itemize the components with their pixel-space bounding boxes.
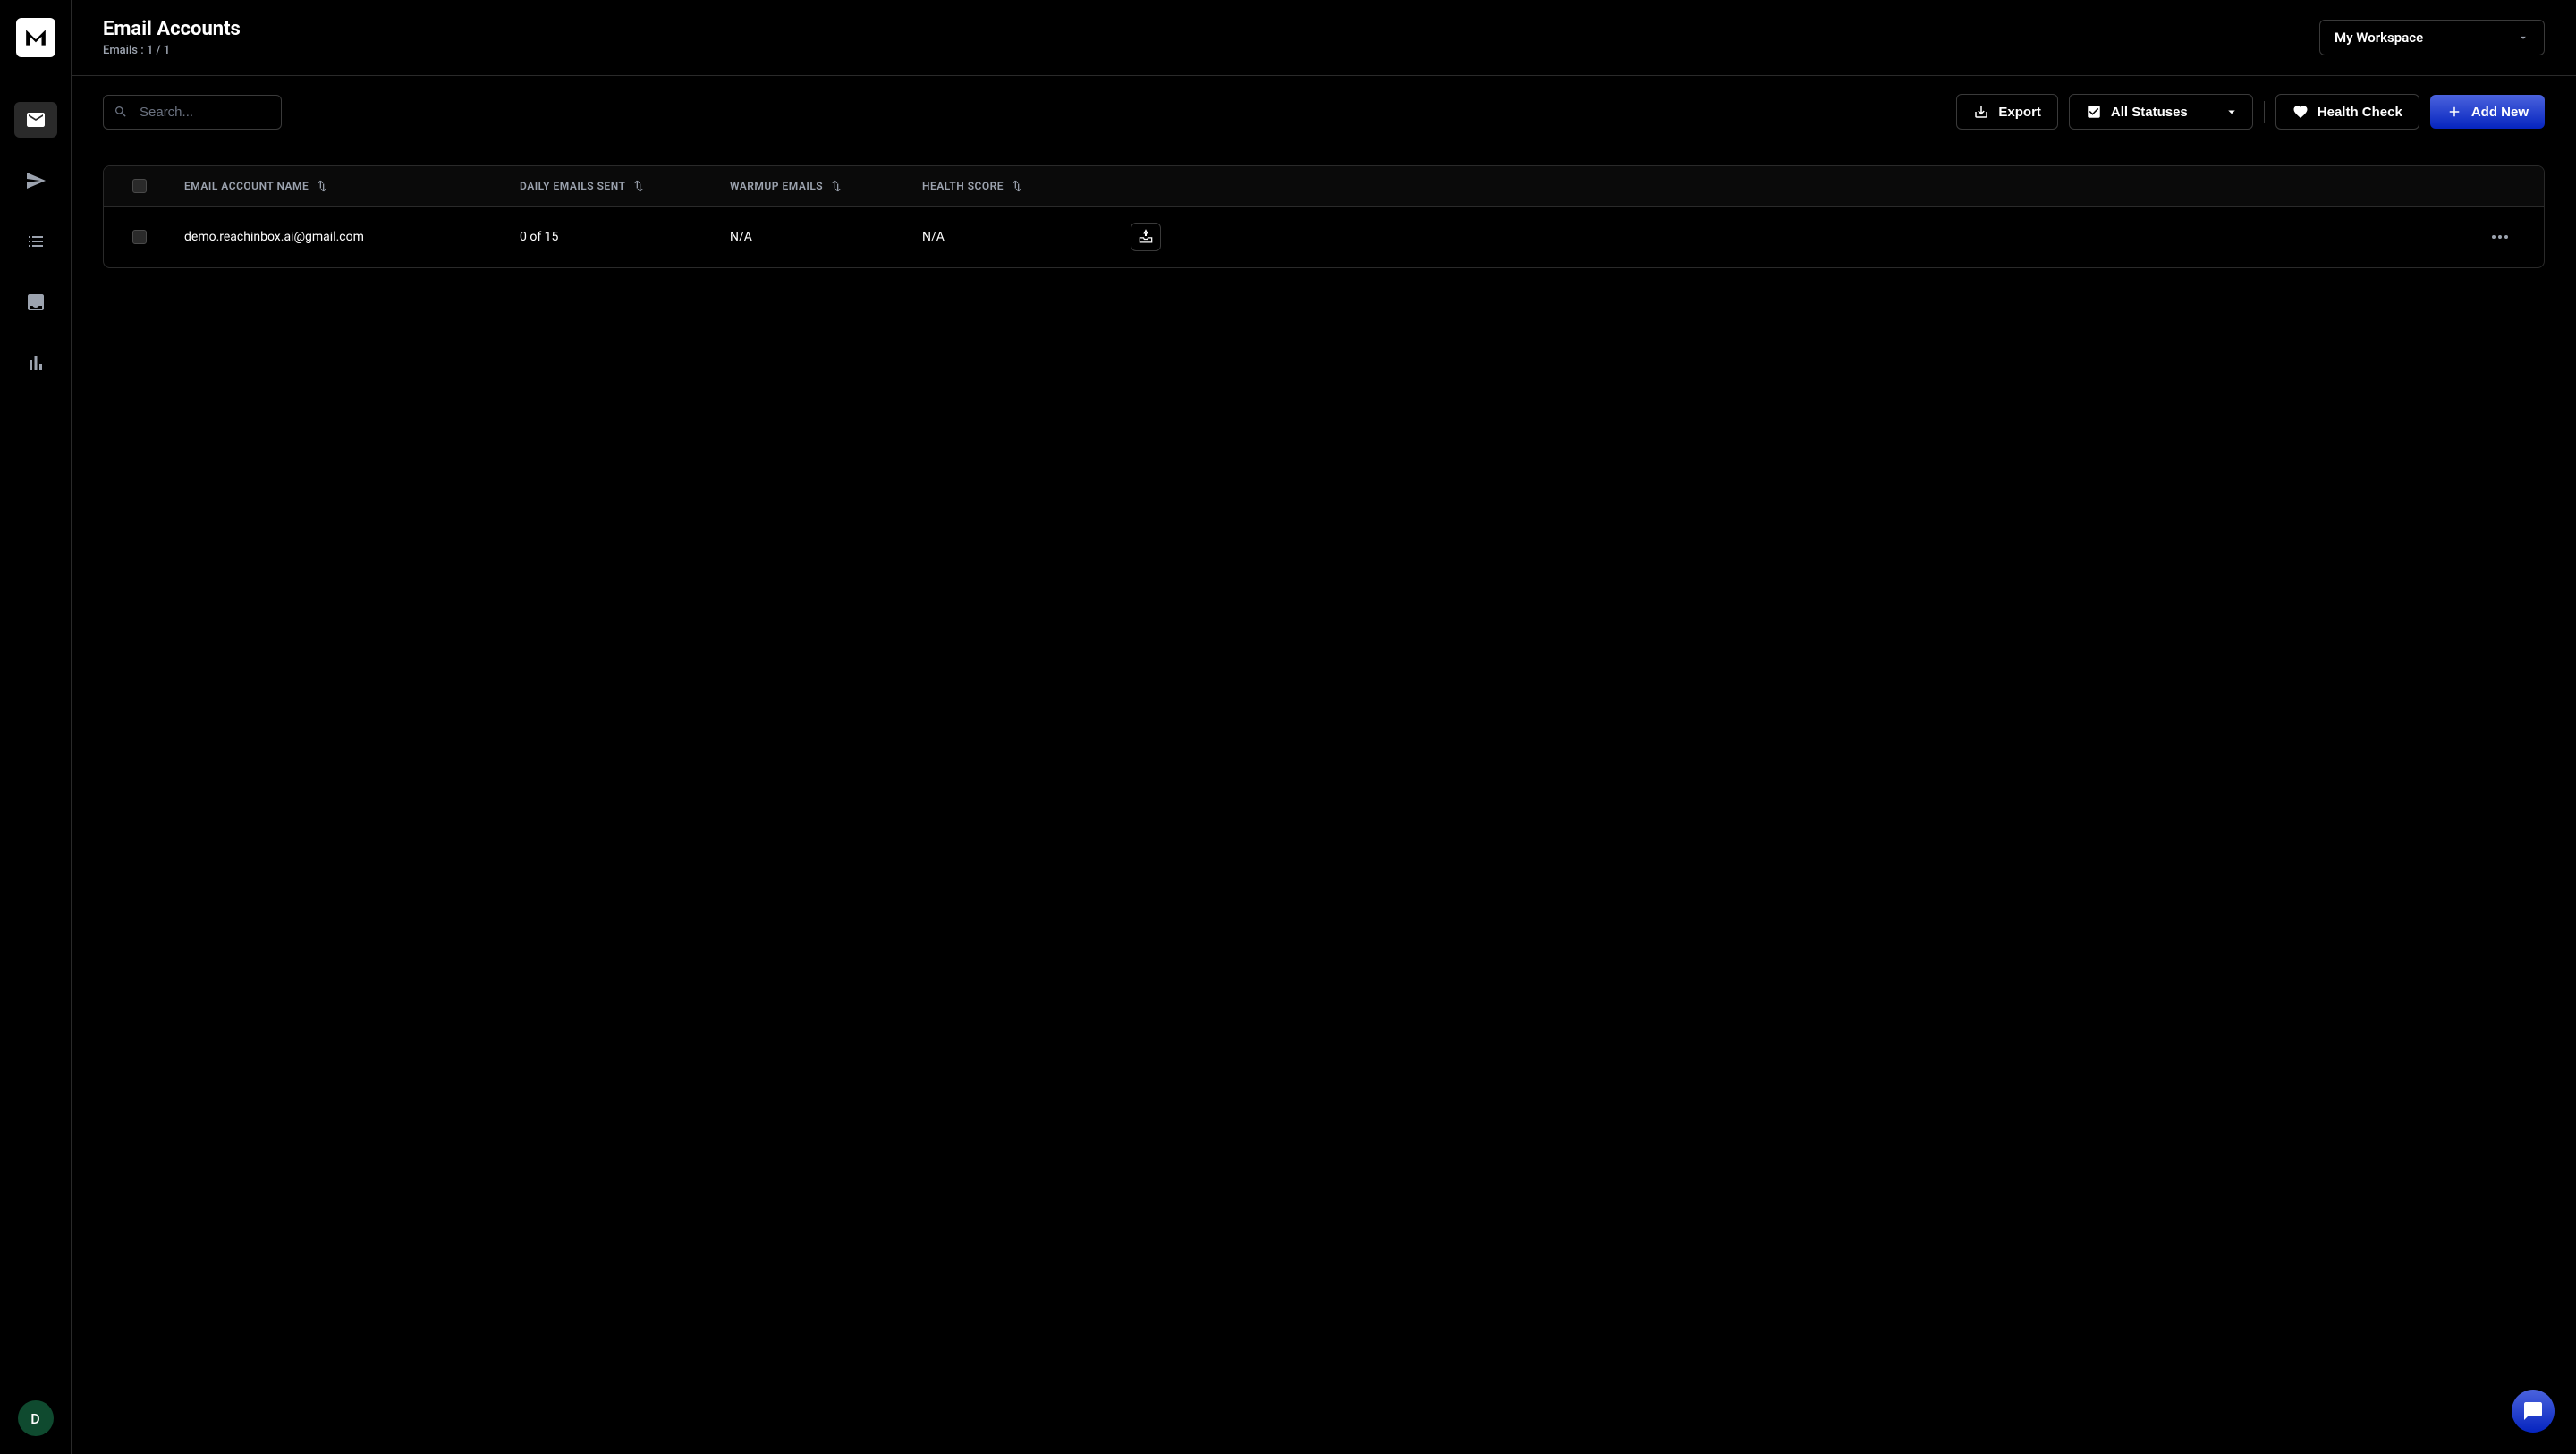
status-label: All Statuses (2111, 105, 2188, 120)
workspace-label: My Workspace (2334, 30, 2423, 46)
content-area: Export All Statuses Health Check Add New (72, 76, 2576, 1454)
plus-icon (2446, 104, 2462, 120)
download-icon (1973, 104, 1989, 120)
search-icon (114, 105, 128, 119)
table-row: demo.reachinbox.ai@gmail.com 0 of 15 N/A… (104, 207, 2544, 267)
row-more-button[interactable] (2492, 235, 2508, 239)
sort-icon (634, 180, 643, 192)
send-icon (25, 170, 47, 191)
row-email-cell: demo.reachinbox.ai@gmail.com (175, 230, 520, 244)
row-more-cell (1191, 235, 2544, 239)
page-title: Email Accounts (103, 18, 241, 40)
table-header: EMAIL ACCOUNT NAME DAILY EMAILS SENT WAR… (104, 166, 2544, 207)
export-button[interactable]: Export (1956, 94, 2058, 130)
chevron-down-icon (2517, 31, 2529, 44)
heart-pulse-icon (2292, 104, 2309, 120)
row-action-cell (1101, 223, 1191, 251)
status-filter-button[interactable]: All Statuses (2069, 94, 2253, 130)
add-new-button[interactable]: Add New (2430, 95, 2545, 129)
search-input[interactable] (103, 95, 282, 130)
row-checkbox[interactable] (132, 230, 147, 244)
nav-list (14, 102, 57, 1400)
inbox-icon (25, 292, 47, 313)
page-subtitle: Emails : 1 / 1 (103, 44, 241, 57)
sort-icon (318, 180, 326, 192)
page-header: Email Accounts Emails : 1 / 1 My Workspa… (72, 0, 2576, 76)
nav-campaigns[interactable] (14, 163, 57, 199)
column-daily-label: DAILY EMAILS SENT (520, 180, 625, 192)
main-content: Email Accounts Emails : 1 / 1 My Workspa… (72, 0, 2576, 1454)
nav-lists[interactable] (14, 224, 57, 259)
avatar-initial: D (30, 1410, 39, 1427)
mail-icon (25, 109, 47, 131)
row-checkbox-cell (104, 230, 175, 244)
toolbar-divider (2264, 101, 2265, 123)
accounts-table: EMAIL ACCOUNT NAME DAILY EMAILS SENT WAR… (103, 165, 2545, 268)
row-warmup: N/A (730, 230, 752, 244)
user-avatar[interactable]: D (18, 1400, 54, 1436)
header-checkbox-cell (104, 179, 175, 193)
column-warmup-header[interactable]: WARMUP EMAILS (730, 180, 922, 192)
column-warmup-label: WARMUP EMAILS (730, 180, 823, 192)
sidebar: D (0, 0, 72, 1454)
nav-inbox[interactable] (14, 284, 57, 320)
column-daily-header[interactable]: DAILY EMAILS SENT (520, 180, 730, 192)
column-health-header[interactable]: HEALTH SCORE (922, 180, 1101, 192)
column-name-label: EMAIL ACCOUNT NAME (184, 180, 309, 192)
logo-icon (24, 26, 47, 49)
row-warmup-cell: N/A (730, 230, 922, 244)
nav-email-accounts[interactable] (14, 102, 57, 138)
inbox-action-button[interactable] (1131, 223, 1161, 251)
select-all-checkbox[interactable] (132, 179, 147, 193)
list-icon (25, 231, 47, 252)
chat-widget-button[interactable] (2512, 1390, 2555, 1433)
header-titles: Email Accounts Emails : 1 / 1 (103, 18, 241, 57)
chevron-down-icon (2224, 104, 2240, 120)
sort-icon (832, 180, 841, 192)
row-health: N/A (922, 230, 945, 244)
column-name-header[interactable]: EMAIL ACCOUNT NAME (175, 180, 520, 192)
add-new-label: Add New (2471, 105, 2529, 120)
row-daily-cell: 0 of 15 (520, 230, 730, 244)
row-health-cell: N/A (922, 230, 1101, 244)
sort-icon (1013, 180, 1021, 192)
chat-icon (2522, 1400, 2544, 1422)
nav-analytics[interactable] (14, 345, 57, 381)
column-health-label: HEALTH SCORE (922, 180, 1004, 192)
health-check-label: Health Check (2318, 105, 2402, 120)
chart-icon (25, 352, 47, 374)
export-label: Export (1998, 105, 2041, 120)
toolbar: Export All Statuses Health Check Add New (103, 94, 2545, 130)
workspace-selector[interactable]: My Workspace (2319, 20, 2545, 55)
inbox-download-icon (1137, 228, 1155, 246)
health-check-button[interactable]: Health Check (2275, 94, 2419, 130)
search-box (103, 95, 282, 130)
checklist-icon (2086, 104, 2102, 120)
row-daily: 0 of 15 (520, 230, 558, 244)
app-logo[interactable] (16, 18, 55, 57)
row-email: demo.reachinbox.ai@gmail.com (184, 230, 364, 244)
